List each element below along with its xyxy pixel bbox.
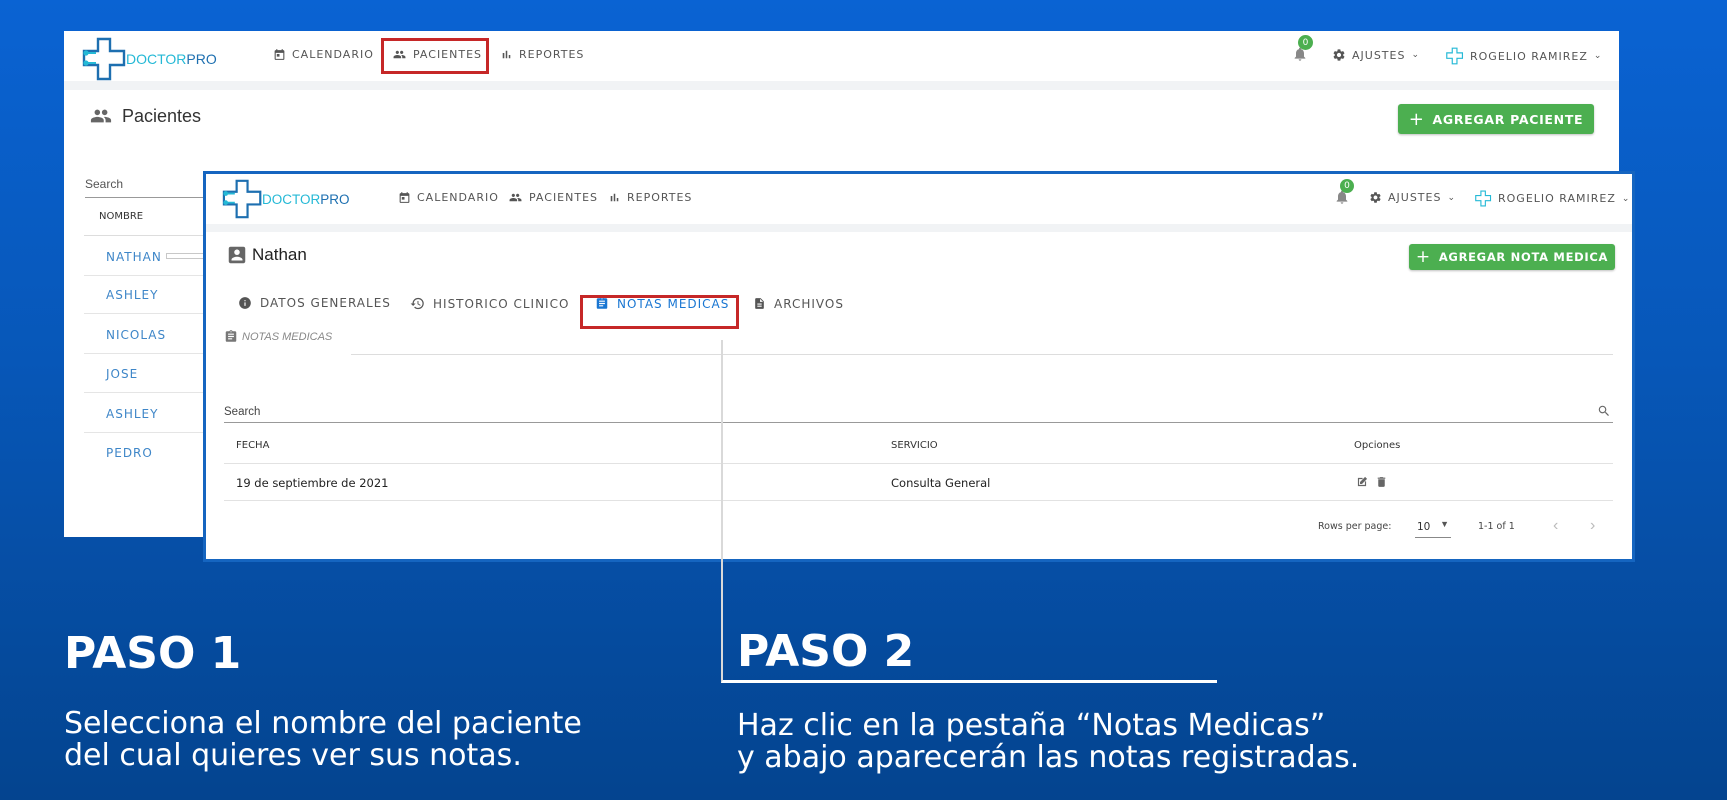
tab-historico-clinico[interactable]: HISTORICO CLINICO	[410, 296, 569, 311]
people-icon	[509, 193, 522, 202]
account-box-icon	[228, 246, 246, 264]
nav-ajustes[interactable]: AJUSTES ⌄	[1369, 191, 1456, 204]
notifications-button[interactable]: 0	[1334, 179, 1354, 208]
step1-line1: Selecciona el nombre del paciente	[64, 706, 582, 741]
nav-user-menu[interactable]: ROGELIO RAMIREZ ⌄	[1446, 47, 1602, 65]
logo-doctor-text: DOCTOR	[126, 51, 187, 67]
logo-cross-icon	[82, 37, 126, 81]
bar-chart-icon	[610, 193, 619, 202]
search-label: Search	[224, 406, 261, 418]
top-navbar: DOCTORPRO CALENDARIO PACIENTES REPORTES …	[206, 174, 1632, 224]
patient-list-item[interactable]: PEDRO	[84, 434, 204, 472]
nav-reportes[interactable]: REPORTES	[608, 191, 692, 204]
nav-pacientes[interactable]: PACIENTES	[508, 191, 598, 204]
nav-ajustes-label: AJUSTES	[1388, 191, 1442, 204]
add-medical-note-label: AGREGAR NOTA MEDICA	[1438, 250, 1609, 264]
people-icon	[90, 109, 112, 123]
top-navbar: DOCTORPRO CALENDARIO PACIENTES REPORTES …	[64, 31, 1619, 81]
delete-icon[interactable]	[1375, 475, 1388, 489]
rows-per-page-label: Rows per page:	[1318, 521, 1392, 532]
nav-calendario[interactable]: CALENDARIO	[273, 48, 374, 61]
nav-pacientes-label: PACIENTES	[529, 191, 599, 204]
nav-reportes-label: REPORTES	[627, 191, 693, 204]
chevron-down-icon: ⌄	[1447, 192, 1457, 203]
nav-calendario-label: CALENDARIO	[292, 48, 374, 61]
plus-icon: +	[1415, 247, 1431, 267]
page-header: Pacientes	[88, 105, 201, 127]
gear-icon	[1333, 49, 1345, 61]
add-patient-button[interactable]: + AGREGAR PACIENTE	[1398, 104, 1594, 134]
gear-icon	[1370, 192, 1381, 203]
chevron-down-icon: ⌄	[1411, 50, 1421, 60]
rows-per-page-value: 10	[1417, 521, 1431, 533]
tab-label: ARCHIVOS	[774, 296, 844, 311]
nav-ajustes-label: AJUSTES	[1352, 48, 1406, 62]
nav-user-label: ROGELIO RAMIREZ	[1470, 49, 1588, 63]
user-logo-icon	[1446, 47, 1464, 65]
tab-label: HISTORICO CLINICO	[433, 296, 570, 311]
tab-label: DATOS GENERALES	[260, 296, 391, 310]
step2-line2: y abajo aparecerán las notas registradas…	[737, 740, 1360, 775]
prev-page-icon[interactable]: ‹	[1553, 517, 1558, 535]
tab-archivos[interactable]: ARCHIVOS	[753, 296, 844, 311]
patient-header: Nathan	[226, 244, 307, 266]
clipboard-icon	[225, 330, 237, 342]
nav-ajustes[interactable]: AJUSTES ⌄	[1332, 48, 1420, 62]
column-header-fecha: FECHA	[236, 440, 270, 451]
page-title: Pacientes	[122, 105, 202, 126]
nav-reportes[interactable]: REPORTES	[500, 48, 584, 61]
document-icon	[755, 298, 764, 309]
logo-pro-text: PRO	[186, 51, 217, 67]
rows-per-page-select[interactable]: 10 ▼	[1415, 517, 1451, 538]
user-logo-icon	[1475, 190, 1492, 207]
nav-calendario[interactable]: CALENDARIO	[398, 191, 499, 204]
nav-reportes-label: REPORTES	[519, 48, 585, 61]
step1-line2: del cual quieres ver sus notas.	[64, 738, 522, 773]
plus-icon: +	[1408, 108, 1425, 130]
app-logo[interactable]: DOCTORPRO	[82, 37, 217, 81]
patient-list-item[interactable]: ASHLEY	[84, 276, 204, 314]
chevron-down-icon: ⌄	[1621, 193, 1631, 204]
column-header-nombre: NOMBRE	[99, 211, 144, 222]
highlight-pacientes-nav	[381, 38, 489, 74]
history-icon	[410, 297, 424, 310]
highlight-notas-medicas-tab	[580, 295, 739, 329]
add-medical-note-button[interactable]: + AGREGAR NOTA MEDICA	[1409, 244, 1615, 270]
calendar-icon	[274, 49, 285, 60]
section-title: NOTAS MEDICAS	[224, 329, 332, 344]
step2-title: PASO 2	[737, 626, 915, 677]
chevron-down-icon: ⌄	[1593, 51, 1603, 61]
section-title-label: NOTAS MEDICAS	[242, 330, 333, 343]
app-logo[interactable]: DOCTORPRO	[222, 179, 350, 219]
notification-badge: 0	[1340, 179, 1354, 193]
pagination-range: 1-1 of 1	[1478, 521, 1515, 532]
nav-user-label: ROGELIO RAMIREZ	[1498, 192, 1616, 205]
step1-title: PASO 1	[64, 628, 242, 679]
next-page-icon[interactable]: ›	[1590, 517, 1595, 535]
logo-doctor-text: DOCTOR	[262, 191, 321, 207]
patient-list-item[interactable]: NICOLAS	[84, 316, 204, 354]
tab-datos-generales[interactable]: DATOS GENERALES	[238, 296, 391, 310]
caret-down-icon: ▼	[1440, 519, 1449, 529]
search-icon[interactable]	[1597, 404, 1611, 418]
column-header-opciones: Opciones	[1354, 440, 1401, 451]
edit-icon[interactable]	[1355, 475, 1369, 489]
patient-name: Nathan	[252, 245, 307, 264]
nav-user-menu[interactable]: ROGELIO RAMIREZ ⌄	[1475, 190, 1630, 207]
notification-badge: 0	[1298, 35, 1313, 50]
logo-pro-text: PRO	[320, 191, 350, 207]
patient-list-item[interactable]: ASHLEY	[84, 395, 204, 433]
info-icon	[239, 297, 251, 309]
patient-list-item[interactable]: JOSE	[84, 355, 204, 393]
step2-line1: Haz clic en la pestaña “Notas Medicas”	[737, 708, 1326, 743]
nav-calendario-label: CALENDARIO	[417, 191, 499, 204]
search-label: Search	[85, 177, 124, 191]
bar-chart-icon	[502, 50, 511, 59]
notifications-button[interactable]: 0	[1292, 35, 1313, 65]
logo-cross-icon	[222, 179, 262, 219]
cell-fecha: 19 de septiembre de 2021	[236, 476, 389, 490]
calendar-icon	[399, 192, 410, 203]
add-patient-label: AGREGAR PACIENTE	[1432, 111, 1584, 127]
pagination: Rows per page: 10 ▼ 1-1 of 1 ‹ ›	[1318, 515, 1613, 539]
